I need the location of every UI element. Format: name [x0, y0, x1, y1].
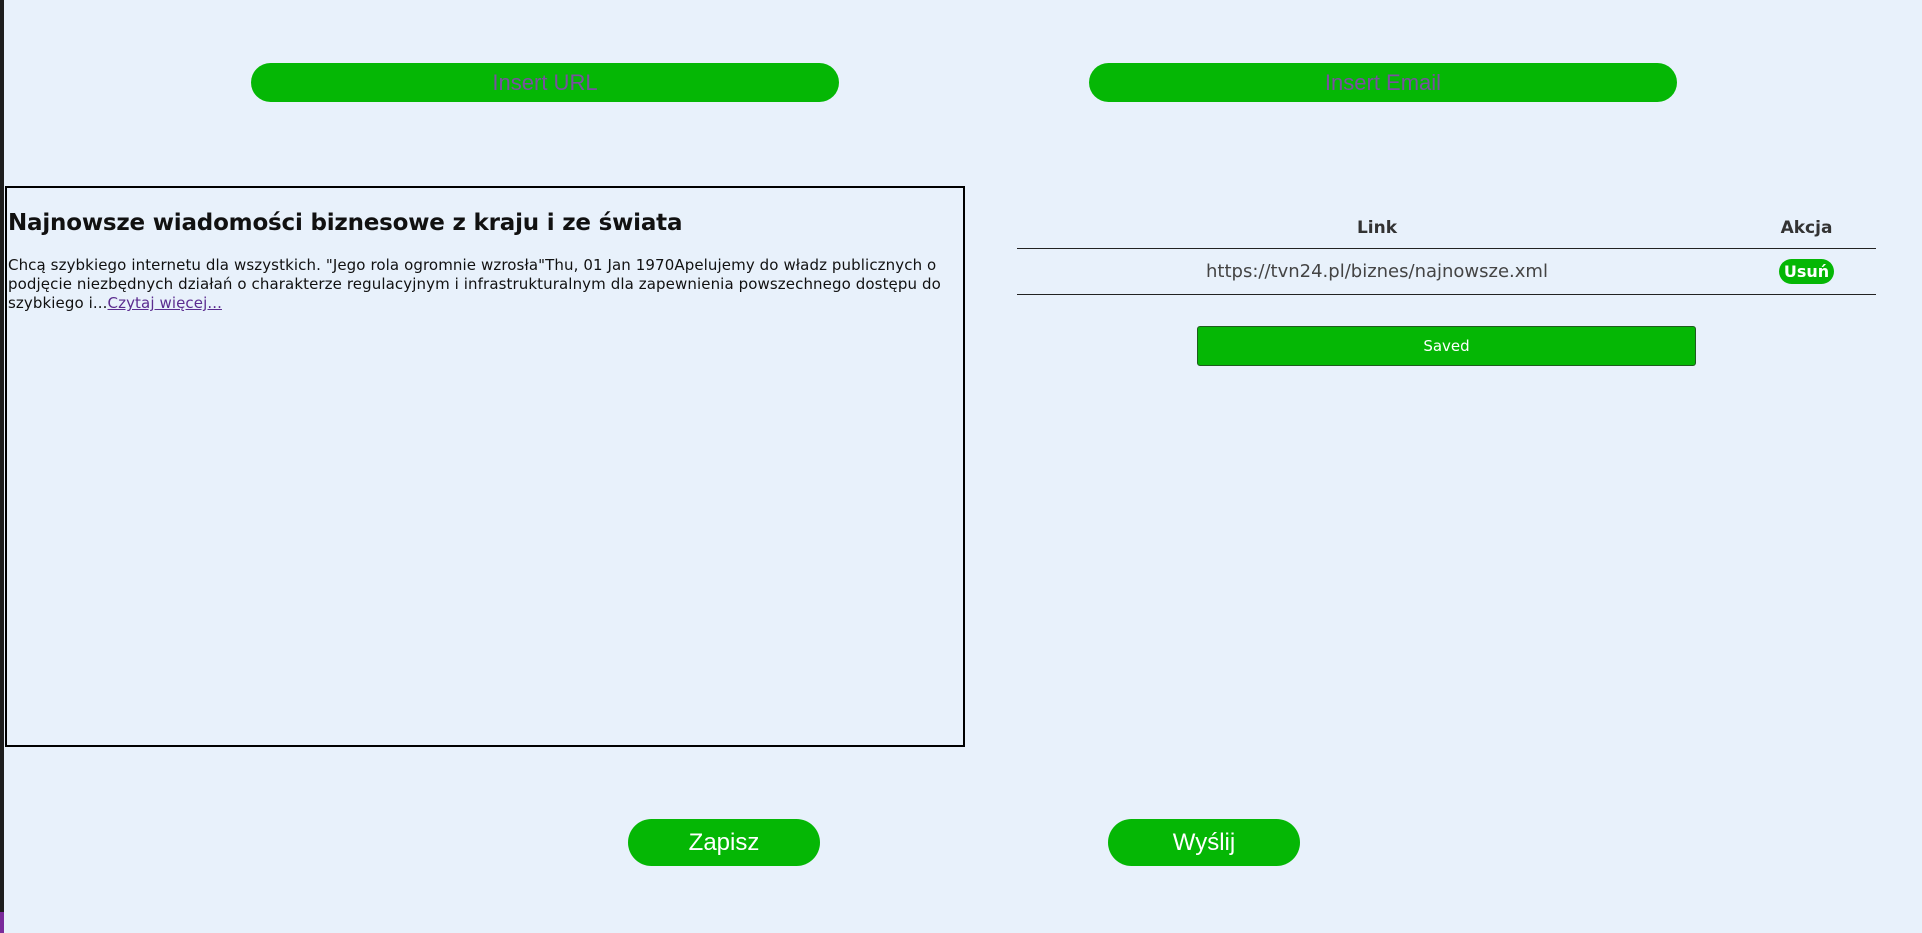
window-edge — [0, 0, 4, 933]
delete-button[interactable]: Usuń — [1778, 259, 1835, 284]
url-input[interactable] — [251, 63, 839, 102]
column-header-link: Link — [1017, 212, 1737, 249]
save-button[interactable]: Zapisz — [628, 819, 820, 866]
page: Najnowsze wiadomości biznesowe z kraju i… — [0, 0, 1922, 933]
links-table: Link Akcja https://tvn24.pl/biznes/najno… — [1017, 212, 1876, 295]
send-button[interactable]: Wyślij — [1108, 819, 1300, 866]
action-cell: Usuń — [1737, 248, 1876, 295]
news-title: Najnowsze wiadomości biznesowe z kraju i… — [8, 210, 683, 236]
news-item: Chcą szybkiego internetu dla wszystkich.… — [8, 256, 961, 313]
saved-button[interactable]: Saved — [1197, 326, 1696, 366]
window-edge-accent — [0, 912, 4, 933]
table-row: https://tvn24.pl/biznes/najnowsze.xml Us… — [1017, 248, 1876, 295]
news-panel: Najnowsze wiadomości biznesowe z kraju i… — [5, 186, 965, 747]
table-header-row: Link Akcja — [1017, 212, 1876, 249]
email-input[interactable] — [1089, 63, 1677, 102]
link-cell: https://tvn24.pl/biznes/najnowsze.xml — [1017, 248, 1737, 295]
read-more-link[interactable]: Czytaj więcej... — [108, 294, 222, 312]
column-header-action: Akcja — [1737, 212, 1876, 249]
